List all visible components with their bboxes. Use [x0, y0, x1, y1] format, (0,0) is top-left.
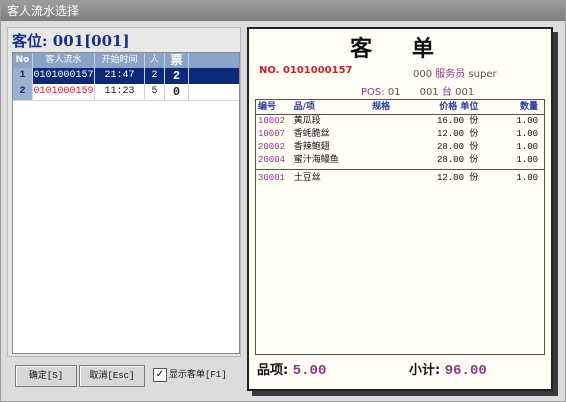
receipt-number: NO. 0101000157	[259, 65, 353, 76]
item-name: 香蚝脆丝	[293, 129, 330, 139]
row-ticket: 2	[165, 68, 189, 84]
serial-grid[interactable]: No 客人流水 开始时间 人 票 1 0101000157 21:47 2 2 …	[12, 52, 240, 354]
row-no: 2	[13, 84, 33, 100]
item-name: 黄瓜段	[293, 116, 321, 126]
waiter-info: 000 服务员 super	[413, 65, 497, 80]
receipt-title: 客 单	[350, 36, 450, 62]
waiter-name: super	[468, 69, 497, 80]
col-serial: 客人流水	[33, 53, 95, 68]
pos-label: POS:	[361, 87, 385, 98]
col-no: No	[13, 53, 33, 68]
table-no2: 001	[455, 87, 475, 98]
list-item: 10002 黄瓜段 16.00 份 1.00	[256, 115, 544, 128]
row-ticket: 0	[165, 84, 189, 100]
col-ticket: 票	[165, 53, 189, 68]
item-price: 12.00 份	[436, 173, 479, 183]
receipt-no-value: 0101000157	[282, 65, 353, 76]
list-item: 20002 香辣鲍翅 28.00 份 1.00	[256, 141, 544, 154]
item-code: 30001	[258, 173, 286, 183]
item-price: 28.00 份	[436, 142, 479, 152]
waiter-code: 000	[413, 69, 433, 80]
subtotal-label: 小计:	[409, 363, 441, 378]
item-count-label: 品项:	[257, 363, 289, 378]
item-price: 16.00 份	[436, 116, 479, 126]
cancel-button[interactable]: 取消[Esc]	[79, 365, 145, 387]
item-name: 蜜汁海鳗鱼	[293, 155, 339, 165]
item-name: 香辣鲍翅	[293, 142, 330, 152]
pos-value: 01	[387, 87, 401, 98]
item-qty: 1.00	[516, 142, 538, 152]
col-people: 人	[145, 53, 165, 68]
button-bar: 确定[S] 取消[Esc] ✓ 显示客单[F1]	[7, 361, 239, 387]
item-spec	[355, 115, 407, 128]
item-code: 10002	[258, 116, 286, 126]
item-qty: 1.00	[516, 173, 538, 183]
item-qty: 1.00	[516, 116, 538, 126]
table-row[interactable]: 2 0101000159 11:23 5 0	[13, 84, 239, 101]
table-row[interactable]: 1 0101000157 21:47 2 2	[13, 68, 239, 84]
col-qty: 数量	[519, 102, 538, 112]
table-label: 台	[441, 87, 452, 98]
grid-header: No 客人流水 开始时间 人 票	[13, 53, 239, 68]
row-people: 5	[145, 84, 165, 100]
receipt-items-table: 编号 品/项 规格 价格 单位 数量 10002 黄瓜段 16.00 份 1.0…	[255, 99, 545, 355]
item-spec	[355, 141, 407, 154]
row-people: 2	[145, 68, 165, 84]
waiter-label: 服务员	[435, 69, 466, 80]
pos-info: POS: 01 001 台 001	[361, 83, 474, 98]
item-qty: 1.00	[516, 129, 538, 139]
item-name: 土豆丝	[293, 173, 321, 183]
row-serial: 0101000157	[33, 68, 95, 84]
receipt-table-header: 编号 品/项 规格 价格 单位 数量	[256, 100, 544, 115]
ok-button[interactable]: 确定[S]	[15, 365, 77, 387]
item-price: 12.00 份	[436, 129, 479, 139]
row-time: 21:47	[95, 68, 145, 84]
list-item: 20004 蜜汁海鳗鱼 28.00 份 1.00	[256, 154, 544, 167]
window-title: 客人流水选择	[1, 1, 565, 21]
customer-serial-window: 客人流水选择 客位: 001[001] No 客人流水 开始时间 人 票 1 0…	[0, 0, 566, 402]
show-bill-label[interactable]: 显示客单[F1]	[169, 365, 227, 385]
col-price-unit: 价格 单位	[439, 102, 479, 112]
col-spec: 规格	[372, 102, 391, 112]
list-item: 10007 香蚝脆丝 12.00 份 1.00	[256, 128, 544, 141]
seat-label: 客位: 001[001]	[12, 32, 130, 50]
item-spec	[355, 172, 407, 185]
item-code: 20002	[258, 142, 286, 152]
item-count: 品项: 5.00	[257, 359, 326, 379]
row-no: 1	[13, 68, 33, 84]
item-spec	[355, 128, 407, 141]
left-panel: 客位: 001[001] No 客人流水 开始时间 人 票 1 01010001…	[7, 27, 241, 357]
table-no: 001	[419, 87, 439, 98]
receipt-no-label: NO.	[259, 65, 280, 76]
col-name: 品/项	[293, 102, 316, 112]
row-time: 11:23	[95, 84, 145, 100]
item-spec	[355, 154, 407, 167]
item-price: 28.00 份	[436, 155, 479, 165]
receipt-panel: 客 单 NO. 0101000157 000 服务员 super POS: 01…	[247, 27, 553, 391]
col-start-time: 开始时间	[95, 53, 145, 68]
item-code: 10007	[258, 129, 286, 139]
list-item: 30001 土豆丝 12.00 份 1.00	[256, 169, 544, 185]
item-code: 20004	[258, 155, 286, 165]
subtotal-value: 96.00	[444, 363, 487, 379]
col-code: 编号	[258, 102, 277, 112]
item-count-value: 5.00	[292, 363, 327, 379]
item-qty: 1.00	[516, 155, 538, 165]
row-serial: 0101000159	[33, 84, 95, 100]
show-bill-checkbox[interactable]: ✓	[153, 368, 167, 382]
subtotal: 小计: 96.00	[409, 359, 487, 379]
